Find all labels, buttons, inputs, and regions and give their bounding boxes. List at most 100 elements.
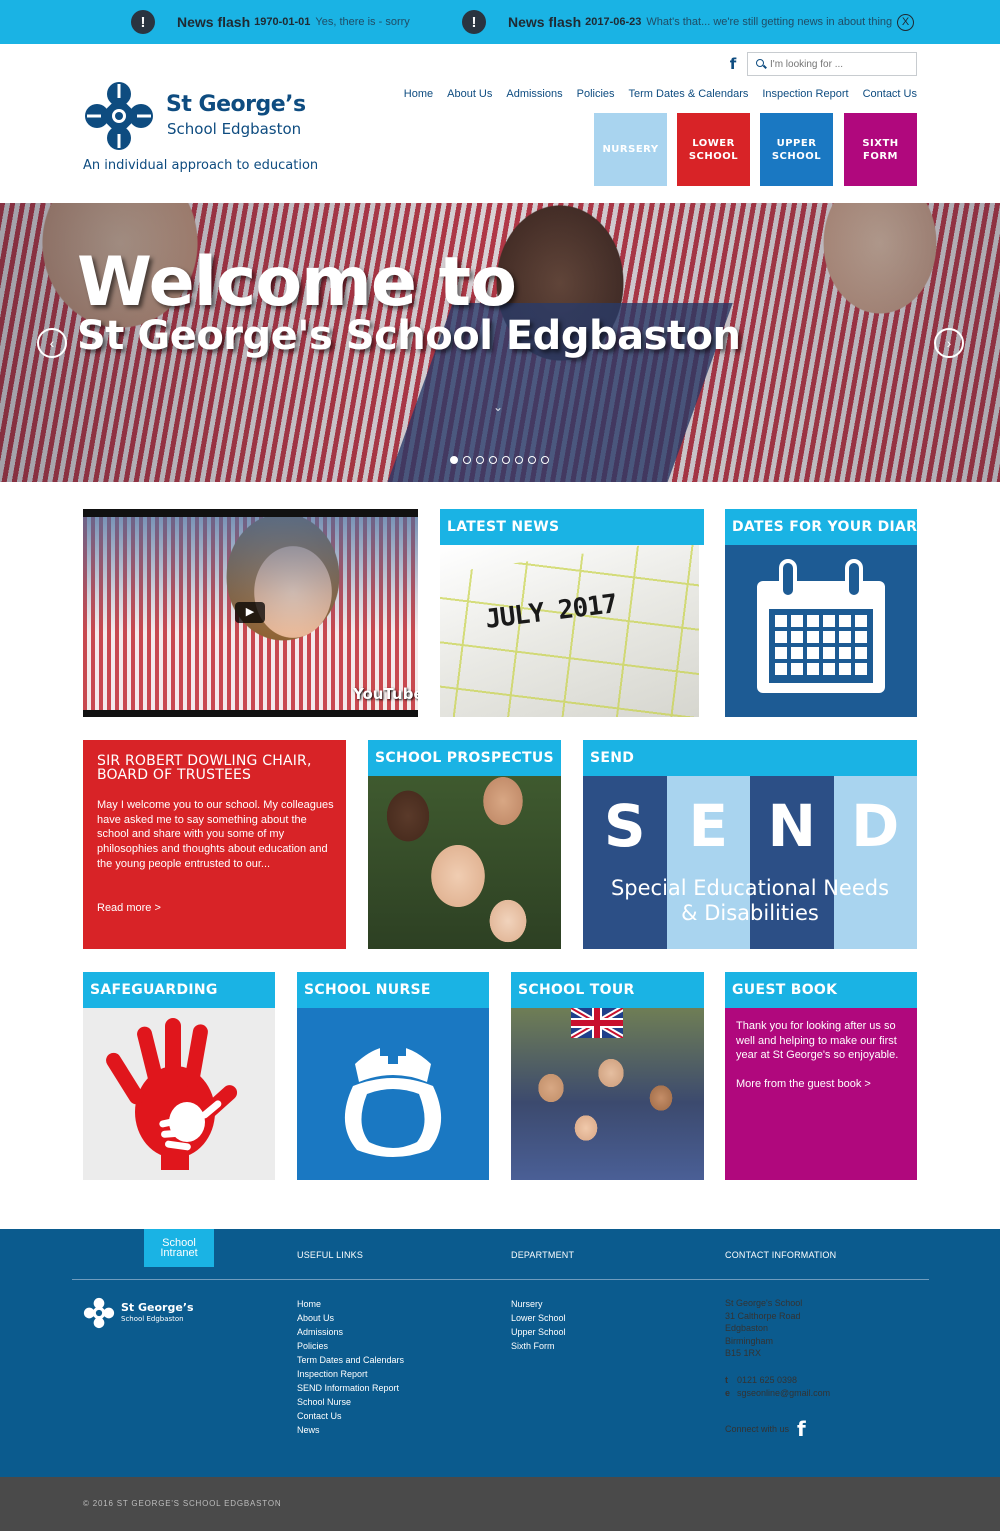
contact-details: t 0121 625 0398 e sgseonline@gmail.com	[725, 1374, 830, 1400]
nav-contact-us[interactable]: Contact Us	[863, 88, 917, 100]
calendar-cell	[839, 647, 851, 659]
footer-school-subname: School Edgbaston	[121, 1315, 184, 1323]
footer-link[interactable]: Term Dates and Calendars	[297, 1355, 404, 1365]
footer-link[interactable]: News	[297, 1425, 320, 1435]
safeguarding-tile[interactable]: SAFEGUARDING	[83, 972, 275, 1180]
news-bar: ! News flash 1970-01-01 Yes, there is - …	[0, 0, 1000, 44]
alert-icon: !	[131, 10, 155, 34]
calendar-cell	[791, 615, 803, 627]
footer-link[interactable]: School Nurse	[297, 1397, 351, 1407]
chair-tile[interactable]: SIR ROBERT DOWLING CHAIR, BOARD OF TRUST…	[83, 740, 346, 949]
school-intranet-button[interactable]: School Intranet	[144, 1229, 214, 1267]
department-link[interactable]: Sixth Form	[511, 1341, 555, 1351]
facebook-icon[interactable]: f	[727, 56, 739, 72]
news-flash-title: News flash	[177, 14, 251, 30]
prospectus-tile[interactable]: SCHOOL PROSPECTUS	[368, 740, 561, 949]
slider-dot[interactable]	[489, 456, 497, 464]
footer-link[interactable]: Home	[297, 1299, 321, 1309]
school-address: St George's School 31 Calthorpe Road Edg…	[725, 1298, 803, 1358]
facebook-icon[interactable]: f	[797, 1417, 806, 1441]
slider-dot[interactable]	[541, 456, 549, 464]
phone-number[interactable]: 0121 625 0398	[737, 1375, 797, 1385]
footer-link[interactable]: About Us	[297, 1313, 334, 1323]
nav-about-us[interactable]: About Us	[447, 88, 492, 100]
calendar-cell	[839, 631, 851, 643]
department-link[interactable]: Nursery	[511, 1299, 543, 1309]
calendar-cell	[775, 663, 787, 675]
search-icon[interactable]	[748, 53, 770, 75]
slider-dot[interactable]	[450, 456, 458, 464]
video-tile[interactable]: ▶ YouTube	[83, 509, 418, 717]
lower-school-button[interactable]: LOWER SCHOOL	[677, 113, 750, 186]
footer-link[interactable]: Admissions	[297, 1327, 343, 1337]
slider-dot[interactable]	[476, 456, 484, 464]
tile-title: LATEST NEWS	[440, 509, 704, 545]
footer-link[interactable]: Inspection Report	[297, 1369, 368, 1379]
footer-link[interactable]: SEND Information Report	[297, 1383, 399, 1393]
school-nurse-tile[interactable]: SCHOOL NURSE	[297, 972, 489, 1180]
calendar-cell	[855, 631, 867, 643]
email-address[interactable]: sgseonline@gmail.com	[737, 1388, 830, 1398]
copyright-text: © 2016 ST GEORGE'S SCHOOL EDGBASTON	[83, 1499, 282, 1508]
calendar-cell	[775, 647, 787, 659]
youtube-logo: YouTube	[353, 685, 418, 703]
department-link[interactable]: Upper School	[511, 1327, 566, 1337]
news-flash-date: 1970-01-01	[254, 16, 311, 28]
calendar-cell	[791, 663, 803, 675]
close-news-icon[interactable]: X	[897, 14, 914, 31]
latest-news-tile[interactable]: LATEST NEWS JULY 2017	[440, 509, 704, 717]
guest-book-quote: Thank you for looking after us so well a…	[736, 1020, 899, 1062]
tile-title: DATES FOR YOUR DIARY	[725, 509, 917, 545]
guest-book-link[interactable]: More from the guest book >	[736, 1078, 871, 1090]
calendar-cell	[839, 615, 851, 627]
send-tile[interactable]: SEND S E N D Special Educational Needs &…	[583, 740, 917, 949]
hand-icon	[106, 1018, 238, 1170]
main-nav: Home About Us Admissions Policies Term D…	[404, 88, 917, 100]
nav-policies[interactable]: Policies	[577, 88, 615, 100]
play-icon[interactable]: ▶	[235, 602, 265, 623]
slider-dot[interactable]	[528, 456, 536, 464]
slider-dot[interactable]	[463, 456, 471, 464]
nursery-button[interactable]: NURSERY	[594, 113, 667, 186]
news-flash-item[interactable]: ! News flash 2017-06-23 What's that... w…	[462, 0, 892, 44]
nurse-icon	[344, 1038, 442, 1157]
tagline: An individual approach to education	[83, 158, 319, 173]
footer-heading-contact: CONTACT INFORMATION	[725, 1250, 837, 1260]
footer-link[interactable]: Contact Us	[297, 1411, 342, 1421]
nav-inspection-report[interactable]: Inspection Report	[762, 88, 848, 100]
calendar-cell	[823, 631, 835, 643]
footer-link[interactable]: Policies	[297, 1341, 328, 1351]
school-tour-tile[interactable]: SCHOOL TOUR	[511, 972, 704, 1180]
hero-next-icon[interactable]: ›	[934, 328, 964, 358]
slider-dots	[450, 456, 549, 464]
calendar-cell	[823, 615, 835, 627]
nav-admissions[interactable]: Admissions	[506, 88, 562, 100]
read-more-link[interactable]: Read more >	[97, 902, 161, 914]
news-flash-item[interactable]: ! News flash 1970-01-01 Yes, there is - …	[131, 0, 410, 44]
calendar-cell	[775, 615, 787, 627]
diary-tile[interactable]: DATES FOR YOUR DIARY	[725, 509, 917, 717]
calendar-cell	[823, 647, 835, 659]
hero-prev-icon[interactable]: ‹	[37, 328, 67, 358]
send-caption: Special Educational Needs & Disabilities	[610, 876, 890, 925]
nav-home[interactable]: Home	[404, 88, 433, 100]
calendar-cell	[807, 615, 819, 627]
nav-term-dates[interactable]: Term Dates & Calendars	[629, 88, 749, 100]
search-input[interactable]	[770, 58, 910, 70]
school-crest-icon	[83, 1297, 115, 1329]
guest-book-tile[interactable]: GUEST BOOK Thank you for looking after u…	[725, 972, 917, 1180]
sixth-form-button[interactable]: SIXTH FORM	[844, 113, 917, 186]
calendar-cell	[807, 663, 819, 675]
footer-logo[interactable]: St George’s School Edgbaston	[83, 1297, 194, 1333]
slider-dot[interactable]	[515, 456, 523, 464]
chevron-down-icon[interactable]: ⌄	[486, 400, 510, 418]
calendar-cell	[855, 647, 867, 659]
calendar-cell	[807, 647, 819, 659]
slider-dot[interactable]	[502, 456, 510, 464]
upper-school-button[interactable]: UPPER SCHOOL	[760, 113, 833, 186]
tile-title: SCHOOL NURSE	[297, 972, 489, 1008]
email-label: e	[725, 1388, 731, 1398]
calendar-cell	[855, 663, 867, 675]
search-box	[747, 52, 917, 76]
department-link[interactable]: Lower School	[511, 1313, 566, 1323]
